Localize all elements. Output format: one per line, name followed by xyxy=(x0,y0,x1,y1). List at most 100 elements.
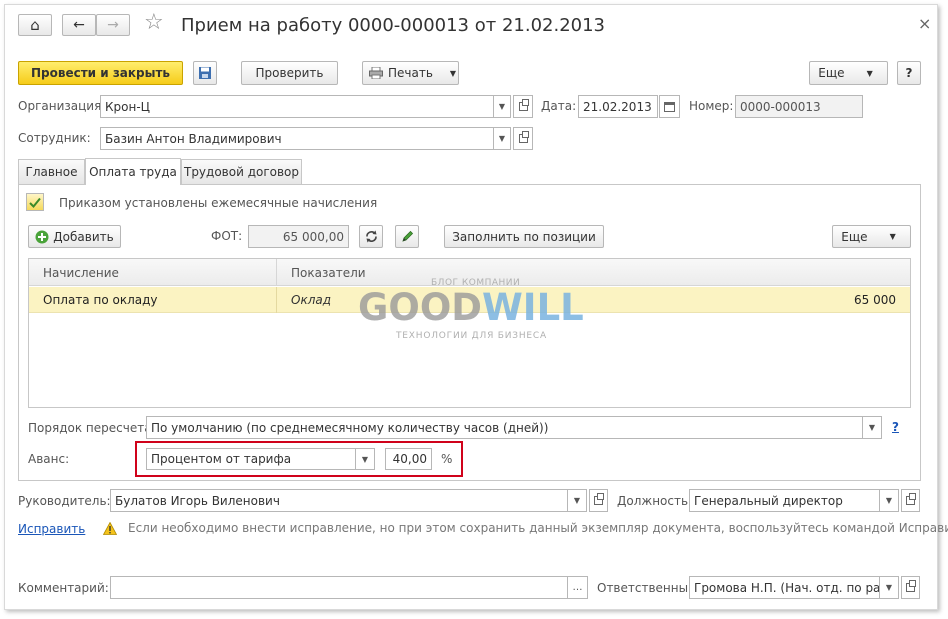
recalc-order-dropdown-button[interactable]: ▼ xyxy=(863,416,882,439)
plus-circle-icon xyxy=(35,230,49,243)
accrual-cell: Оплата по окладу xyxy=(43,293,158,307)
add-accrual-button[interactable]: Добавить xyxy=(28,225,121,248)
page-title: Прием на работу 0000-000013 от 21.02.201… xyxy=(181,15,606,36)
comment-label: Комментарий: xyxy=(18,581,109,595)
column-header-accrual[interactable]: Начисление xyxy=(43,266,119,280)
arrow-right-icon: → xyxy=(107,17,119,33)
employee-dropdown-button[interactable]: ▼ xyxy=(494,127,511,150)
check-button[interactable]: Проверить xyxy=(241,61,338,85)
chevron-down-icon: ▼ xyxy=(498,102,506,111)
column-divider xyxy=(276,259,277,286)
indicator-cell: Оклад xyxy=(291,293,332,307)
calendar-icon xyxy=(664,101,675,112)
chevron-down-icon: ▼ xyxy=(573,496,581,505)
monthly-accruals-checkbox[interactable] xyxy=(26,193,44,211)
tab-main[interactable]: Главное xyxy=(18,159,85,184)
date-label: Дата: xyxy=(541,99,577,113)
advance-label: Аванс: xyxy=(28,452,70,466)
more-accruals-button[interactable]: Еще ▼ xyxy=(832,225,911,248)
chevron-down-icon: ▼ xyxy=(885,496,893,505)
forward-button[interactable]: → xyxy=(96,14,130,36)
comment-expand-button[interactable]: … xyxy=(568,576,588,599)
watermark-logo: GOODWILL xyxy=(358,288,584,328)
refresh-icon xyxy=(365,230,377,243)
watermark-bottom-text: ТЕХНОЛОГИИ ДЛЯ БИЗНЕСА xyxy=(396,331,547,341)
arrow-left-icon: ← xyxy=(73,17,85,33)
checkmark-icon xyxy=(29,197,41,208)
employee-label: Сотрудник: xyxy=(18,131,91,145)
date-field[interactable]: 21.02.2013 xyxy=(578,95,658,118)
chevron-down-icon: ▼ xyxy=(889,232,896,241)
watermark-brand-gray: GOOD xyxy=(358,286,482,329)
organization-label: Организация: xyxy=(18,99,106,113)
home-icon: ⌂ xyxy=(30,16,40,34)
warning-text: Если необходимо внести исправление, но п… xyxy=(128,521,948,535)
home-button[interactable]: ⌂ xyxy=(18,14,52,36)
edit-fot-button[interactable] xyxy=(395,225,419,248)
chevron-down-icon: ▼ xyxy=(498,134,506,143)
responsible-open-button[interactable] xyxy=(901,576,920,599)
print-button[interactable]: Печать ▼ xyxy=(362,61,459,85)
advance-unit-label: % xyxy=(441,452,453,466)
save-icon xyxy=(199,67,211,79)
post-and-close-button[interactable]: Провести и закрыть xyxy=(18,61,183,85)
open-window-icon xyxy=(518,131,529,143)
more-actions-label: Еще xyxy=(818,66,845,80)
ellipsis-icon: … xyxy=(572,582,583,593)
add-accrual-label: Добавить xyxy=(53,229,114,244)
chevron-down-icon: ▼ xyxy=(449,68,457,78)
fot-field: 65 000,00 xyxy=(248,225,349,248)
open-window-icon xyxy=(906,493,916,505)
manager-open-button[interactable] xyxy=(589,489,608,512)
column-divider xyxy=(276,287,277,313)
employee-open-button[interactable] xyxy=(513,127,533,150)
fot-label: ФОТ: xyxy=(211,229,243,243)
comment-field[interactable] xyxy=(110,576,568,599)
recalc-help-link[interactable]: ? xyxy=(892,420,899,434)
position-label: Должность: xyxy=(617,494,693,508)
back-button[interactable]: ← xyxy=(62,14,96,36)
position-field[interactable]: Генеральный директор xyxy=(689,489,880,512)
correct-link[interactable]: Исправить xyxy=(18,522,85,536)
tab-employment-contract[interactable]: Трудовой договор xyxy=(181,159,302,184)
open-window-icon xyxy=(906,580,916,592)
advance-percent-field[interactable]: 40,00 xyxy=(385,448,432,470)
printer-icon xyxy=(369,67,383,79)
chevron-down-icon: ▼ xyxy=(868,423,876,432)
organization-field[interactable]: Крон-Ц xyxy=(100,95,494,118)
fill-by-position-button[interactable]: Заполнить по позиции xyxy=(444,225,604,248)
value-cell: 65 000 xyxy=(854,293,896,307)
responsible-field[interactable]: Громова Н.П. (Нач. отд. по работе xyxy=(689,576,880,599)
save-button[interactable] xyxy=(193,61,217,85)
column-header-indicators[interactable]: Показатели xyxy=(291,266,366,280)
pencil-icon xyxy=(401,230,413,242)
refresh-fot-button[interactable] xyxy=(359,225,383,248)
open-window-icon xyxy=(518,99,529,111)
tab-payroll[interactable]: Оплата труда xyxy=(85,158,181,185)
recalc-order-field[interactable]: По умолчанию (по среднемесячному количес… xyxy=(146,416,863,439)
favorite-star-icon[interactable]: ☆ xyxy=(144,10,164,35)
open-window-icon xyxy=(594,493,604,505)
more-actions-button[interactable]: Еще ▼ xyxy=(809,61,888,85)
close-icon[interactable]: × xyxy=(918,14,931,33)
manager-label: Руководитель: xyxy=(18,494,111,508)
more-accruals-label: Еще xyxy=(841,229,868,244)
responsible-dropdown-button[interactable]: ▼ xyxy=(880,576,899,599)
watermark-brand-blue: WILL xyxy=(482,286,584,329)
recalc-order-label: Порядок пересчета: xyxy=(28,421,156,435)
employee-field[interactable]: Базин Антон Владимирович xyxy=(100,127,494,150)
help-button[interactable]: ? xyxy=(897,61,921,85)
calendar-button[interactable] xyxy=(659,95,680,118)
position-open-button[interactable] xyxy=(901,489,920,512)
chevron-down-icon: ▼ xyxy=(885,583,893,592)
manager-field[interactable]: Булатов Игорь Виленович xyxy=(110,489,568,512)
position-dropdown-button[interactable]: ▼ xyxy=(880,489,899,512)
advance-mode-dropdown-button[interactable]: ▼ xyxy=(356,448,375,470)
monthly-accruals-label: Приказом установлены ежемесячные начисле… xyxy=(59,196,378,210)
organization-open-button[interactable] xyxy=(513,95,533,118)
number-field[interactable]: 0000-000013 xyxy=(735,95,863,118)
advance-mode-field[interactable]: Процентом от тарифа xyxy=(146,448,356,470)
organization-dropdown-button[interactable]: ▼ xyxy=(494,95,511,118)
chevron-down-icon: ▼ xyxy=(361,454,369,464)
manager-dropdown-button[interactable]: ▼ xyxy=(568,489,587,512)
